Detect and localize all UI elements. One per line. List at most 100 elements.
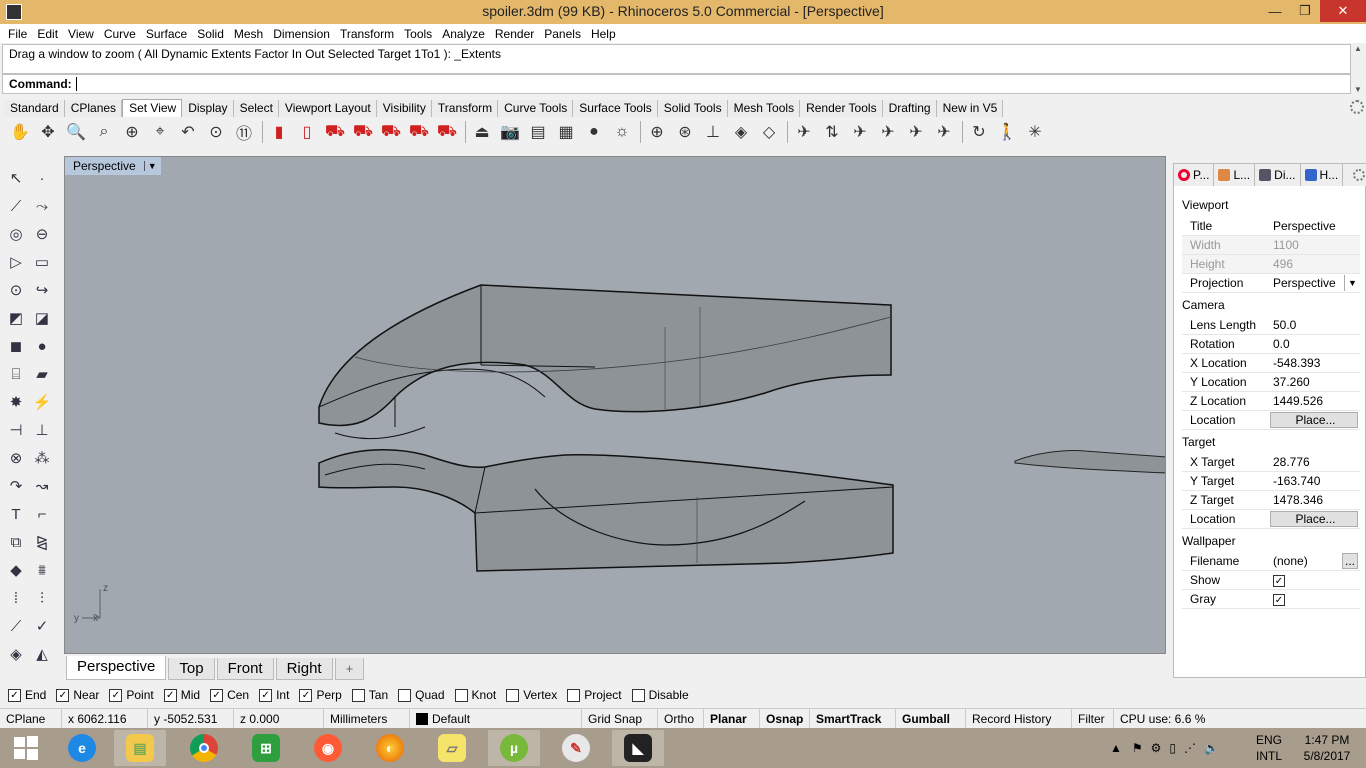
align-icon[interactable]: ⫶: [30, 586, 54, 610]
named-views-icon[interactable]: ▤: [526, 120, 550, 144]
split-icon[interactable]: ⊥: [30, 418, 54, 442]
menu-render[interactable]: Render: [491, 27, 540, 41]
panel-options-gear-icon[interactable]: [1353, 169, 1365, 181]
show-checkbox[interactable]: ✓: [1273, 575, 1285, 588]
osnap-vertex[interactable]: Vertex: [506, 688, 557, 702]
grid-snap-toggle[interactable]: Grid Snap: [582, 708, 658, 729]
plan-view-icon[interactable]: ⏏: [470, 120, 494, 144]
menu-tools[interactable]: Tools: [400, 27, 438, 41]
command-line[interactable]: Command:: [2, 74, 1351, 94]
sun-direction-icon[interactable]: ✳: [1023, 120, 1047, 144]
menu-solid[interactable]: Solid: [193, 27, 230, 41]
scroll-down-icon[interactable]: ▼: [1354, 85, 1362, 94]
extrude-icon[interactable]: ◪: [30, 306, 54, 330]
osnap-quad[interactable]: Quad: [398, 688, 445, 702]
utorrent-icon[interactable]: µ: [488, 730, 540, 766]
maximize-button[interactable]: ❐: [1290, 0, 1320, 22]
lower-spoiler-solid[interactable]: [318, 449, 894, 572]
upper-spoiler-solid[interactable]: [318, 284, 892, 440]
walkabout-icon[interactable]: 🚶: [995, 120, 1019, 144]
perspective-viewport[interactable]: z y x Perspective ▼: [64, 156, 1166, 654]
osnap-knot[interactable]: Knot: [454, 688, 496, 702]
zoom-target-icon[interactable]: ⊙: [204, 120, 228, 144]
curve-icon[interactable]: ⤳: [30, 194, 54, 218]
flag-icon[interactable]: ⚑: [1132, 741, 1143, 755]
two-point-perspective-icon[interactable]: ◇: [757, 120, 781, 144]
browse-button[interactable]: ...: [1342, 553, 1358, 569]
ellipse-icon[interactable]: ⊖: [30, 222, 54, 246]
volume-icon[interactable]: 🔈: [1204, 741, 1219, 755]
rectangle-icon[interactable]: ▭: [30, 250, 54, 274]
osnap-mid-checkbox[interactable]: ✓: [163, 688, 177, 702]
tab-cplanes[interactable]: CPlanes: [64, 100, 123, 117]
surface-corner-icon[interactable]: ◩: [4, 306, 28, 330]
toolbar-options-gear-icon[interactable]: [1350, 100, 1364, 114]
panel-tab-layers[interactable]: L...: [1214, 164, 1256, 186]
tilt-view-icon[interactable]: ⊥: [701, 120, 725, 144]
status-cplane[interactable]: CPlane: [0, 708, 62, 729]
paint-icon[interactable]: ✎: [550, 730, 602, 766]
tab-new-in-v5[interactable]: New in V5: [936, 100, 1004, 117]
box-icon[interactable]: ◼: [4, 334, 28, 358]
rhino-taskbar-icon[interactable]: ◣: [612, 730, 664, 766]
zoom-1to1-icon[interactable]: ⑪: [232, 120, 256, 144]
ortho-toggle[interactable]: Ortho: [658, 708, 704, 729]
osnap-quad-checkbox[interactable]: [398, 688, 412, 702]
pan-icon[interactable]: ✋: [8, 120, 32, 144]
cylinder-icon[interactable]: ⌸: [4, 362, 28, 386]
network-share-icon[interactable]: ⚙: [1151, 741, 1162, 755]
join-icon[interactable]: ⚡: [30, 390, 54, 414]
osnap-project-checkbox[interactable]: [567, 688, 581, 702]
tab-solid-tools[interactable]: Solid Tools: [657, 100, 728, 117]
sticky-notes-icon[interactable]: ▱: [426, 730, 478, 766]
analyze-icon[interactable]: ⟋: [4, 614, 28, 638]
osnap-point-checkbox[interactable]: ✓: [109, 688, 123, 702]
tab-select[interactable]: Select: [233, 100, 279, 117]
command-scrollbar[interactable]: ▲ ▼: [1352, 44, 1364, 94]
gumball-toggle[interactable]: Gumball: [896, 708, 966, 729]
rotate-camera-icon[interactable]: ↻: [967, 120, 991, 144]
menu-edit[interactable]: Edit: [33, 27, 64, 41]
zoom-selected-icon[interactable]: ⌖: [148, 120, 172, 144]
view-back-icon[interactable]: ⛟: [407, 120, 431, 144]
dimension-icon[interactable]: ⌐: [30, 502, 54, 526]
osnap-cen[interactable]: ✓ Cen: [210, 688, 249, 702]
battery-icon[interactable]: ▯: [1169, 741, 1176, 755]
store-icon[interactable]: ⊞: [240, 730, 292, 766]
menu-curve[interactable]: Curve: [100, 27, 142, 41]
lens-length-icon[interactable]: ◈: [729, 120, 753, 144]
osnap-perp-checkbox[interactable]: ✓: [299, 688, 313, 702]
menu-view[interactable]: View: [64, 27, 100, 41]
panel-tab-properties[interactable]: P...: [1174, 164, 1215, 186]
tab-render-tools[interactable]: Render Tools: [800, 100, 883, 117]
menu-mesh[interactable]: Mesh: [230, 27, 269, 41]
rotation-value[interactable]: 0.0: [1270, 337, 1360, 351]
fillet-curve-icon[interactable]: ↪: [30, 278, 54, 302]
x-location-value[interactable]: -548.393: [1270, 356, 1360, 370]
tab-standard[interactable]: Standard: [4, 100, 65, 117]
view-front-icon[interactable]: ⛟: [323, 120, 347, 144]
check-icon[interactable]: ✓: [30, 614, 54, 638]
menu-panels[interactable]: Panels: [540, 27, 587, 41]
wifi-icon[interactable]: ⋰: [1184, 741, 1196, 755]
polygon-icon[interactable]: ⊙: [4, 278, 28, 302]
command-input-caret[interactable]: [75, 77, 77, 91]
viewport-tab-perspective[interactable]: Perspective: [66, 656, 167, 680]
osnap-near-checkbox[interactable]: ✓: [56, 688, 70, 702]
projection-select[interactable]: Perspective: [1270, 276, 1344, 290]
circle-icon[interactable]: ◎: [4, 222, 28, 246]
osnap-disable[interactable]: Disable: [631, 688, 689, 702]
point-icon[interactable]: ·: [30, 166, 54, 190]
z-target-value[interactable]: 1478.346: [1270, 493, 1360, 507]
viewport-tab-front[interactable]: Front: [216, 658, 274, 680]
windows-start-icon[interactable]: [0, 730, 52, 766]
trim-icon[interactable]: ⊣: [4, 418, 28, 442]
osnap-int-checkbox[interactable]: ✓: [259, 688, 273, 702]
smarttrack-toggle[interactable]: SmartTrack: [810, 708, 896, 729]
filter-toggle[interactable]: Filter: [1072, 708, 1114, 729]
view-left-icon[interactable]: ⛟: [351, 120, 375, 144]
osnap-cen-checkbox[interactable]: ✓: [210, 688, 224, 702]
panel-tab-help[interactable]: H...: [1301, 164, 1344, 186]
rhino-app-icon[interactable]: [6, 4, 22, 20]
tab-visibility[interactable]: Visibility: [376, 100, 432, 117]
